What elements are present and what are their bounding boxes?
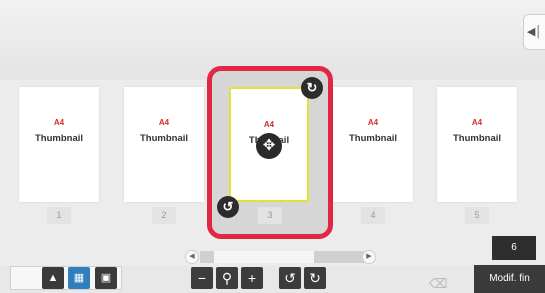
page-size-label: A4: [367, 118, 379, 127]
display-mode-icon[interactable]: ▲: [42, 267, 64, 289]
page-thumbnail-label: Thumbnail: [34, 133, 84, 144]
page-thumbnail-label: Thumbnail: [348, 133, 398, 144]
page-thumbnail-4[interactable]: A4 Thumbnail: [333, 87, 413, 202]
rotate-right-icon[interactable]: ↻: [301, 77, 323, 99]
rotate-cw-icon[interactable]: ↻: [304, 267, 326, 289]
horizontal-scrollbar[interactable]: [200, 251, 366, 263]
scroll-right-icon[interactable]: ▶: [362, 250, 376, 264]
rotate-ccw-icon[interactable]: ↺: [279, 267, 301, 289]
page-number-1: 1: [47, 207, 71, 224]
page-thumbnail-2[interactable]: A4 Thumbnail: [124, 87, 204, 202]
page-size-label: A4: [263, 120, 275, 129]
page-number-4: 4: [361, 207, 385, 224]
page-size-label: A4: [158, 118, 170, 127]
page-count-badge: 6: [492, 236, 536, 260]
plus-icon[interactable]: +: [241, 267, 263, 289]
scrollbar-thumb[interactable]: [214, 251, 314, 263]
move-icon[interactable]: ✥: [256, 133, 282, 159]
page-view-icon[interactable]: ▣: [95, 267, 117, 289]
page-thumbnail-5[interactable]: A4 Thumbnail: [437, 87, 517, 202]
rotate-left-icon[interactable]: ↺: [217, 196, 239, 218]
thumbnail-view-icon[interactable]: ▦: [68, 267, 90, 289]
trash-icon[interactable]: ⌫: [429, 276, 447, 292]
page-size-label: A4: [471, 118, 483, 127]
page-number-3: 3: [258, 207, 282, 224]
page-thumbnail-label: Thumbnail: [139, 133, 189, 144]
page-number-2: 2: [152, 207, 176, 224]
scroll-left-icon[interactable]: ◀: [185, 250, 199, 264]
magnifier-icon[interactable]: ⚲: [216, 267, 238, 289]
preview-screen: ◀│ A4 Thumbnail 1 A4 Thumbnail 2 A4 Th ai…: [0, 0, 545, 293]
page-number-5: 5: [465, 207, 489, 224]
collapse-panel-icon[interactable]: ◀│: [523, 14, 545, 50]
page-thumbnail-1[interactable]: A4 Thumbnail: [19, 87, 99, 202]
page-size-label: A4: [53, 118, 65, 127]
page-thumbnail-label: Thumbnail: [452, 133, 502, 144]
minus-icon[interactable]: −: [191, 267, 213, 289]
finish-edit-button[interactable]: Modif. fin: [474, 265, 545, 293]
